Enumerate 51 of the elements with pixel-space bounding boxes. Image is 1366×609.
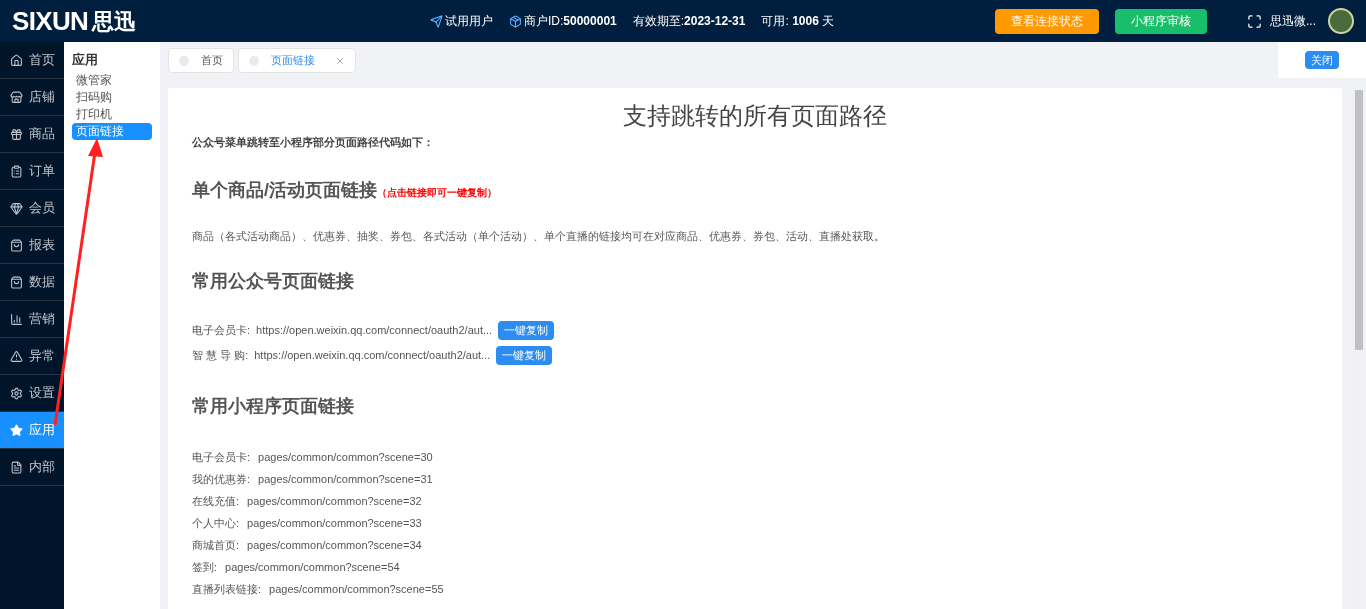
merchant-id: 商户ID:50000001: [524, 13, 617, 30]
user-name[interactable]: 思迅微...: [1270, 12, 1316, 30]
copy-hint: （点击链接即可一键复制）: [377, 185, 497, 200]
diamond-icon: [10, 201, 23, 215]
path-label: 在线充值:: [192, 494, 240, 510]
path-label: 个人中心:: [192, 516, 240, 532]
fullscreen-icon[interactable]: [1247, 13, 1262, 29]
document-icon: [10, 460, 23, 474]
section-description: 商品（各式活动商品）、优惠券、抽奖、券包、各式活动（单个活动）、单个直播的链接均可在对应商品、优惠券、券包、活动、直播处获取。: [192, 228, 886, 244]
page-tab[interactable]: 页面链接: [238, 48, 356, 73]
page-path: pages/common/common?scene=54: [225, 560, 400, 576]
link-url[interactable]: https://open.weixin.qq.com/connect/oauth2/aut...: [254, 347, 491, 364]
section-heading: 单个商品/活动页面链接: [192, 178, 377, 202]
page-tab[interactable]: 首页: [168, 48, 234, 73]
link-label: 电子会员卡:: [192, 323, 251, 339]
link-label: 智 慧 导 购:: [192, 348, 249, 364]
avatar[interactable]: [1328, 8, 1354, 34]
warning-icon: [10, 349, 23, 363]
section-heading: 常用公众号页面链接: [192, 270, 355, 293]
submenu-title: 应用: [72, 51, 99, 69]
gift-icon: [10, 127, 23, 141]
house-icon: [10, 53, 23, 67]
path-label: 电子会员卡:: [192, 450, 251, 466]
path-label: 签到:: [192, 560, 218, 576]
settings-icon: [10, 386, 23, 400]
page-path: pages/common/common?scene=34: [247, 538, 422, 554]
submenu-item[interactable]: 微管家: [72, 71, 152, 89]
paper-plane-icon: [430, 14, 443, 28]
page-title: 支持跳转的所有页面路径: [622, 101, 888, 131]
page-path: pages/common/common?scene=30: [258, 450, 433, 466]
link-url[interactable]: https://open.weixin.qq.com/connect/oauth2/aut...: [256, 322, 493, 339]
user-type: 试用用户: [445, 13, 493, 30]
path-label: 我的优惠券:: [192, 472, 251, 488]
page-path: pages/common/common?scene=55: [269, 582, 444, 598]
logo-text: 思迅: [92, 7, 137, 36]
submenu-item[interactable]: 扫码购: [72, 88, 152, 106]
path-label: 直播列表链接:: [192, 582, 262, 598]
submenu-item[interactable]: 打印机: [72, 105, 152, 123]
page-path: pages/common/common?scene=32: [247, 494, 422, 510]
intro-text: 公众号菜单跳转至小程序部分页面路径代码如下：: [192, 135, 435, 150]
page-path: pages/common/common?scene=31: [258, 472, 433, 488]
available-days: 可用: 1006 天: [761, 12, 835, 30]
clipboard-icon: [10, 164, 23, 178]
path-label: 商城首页:: [192, 538, 240, 554]
bar-chart-icon: [10, 312, 23, 326]
page-path: pages/common/common?scene=33: [247, 516, 422, 532]
section-heading: 常用小程序页面链接: [192, 395, 355, 418]
expiry-date: 有效期至:2023-12-31: [632, 13, 746, 30]
star-icon: [10, 423, 23, 437]
logo-text: SIXUN: [12, 4, 89, 38]
store-icon: [10, 90, 23, 104]
